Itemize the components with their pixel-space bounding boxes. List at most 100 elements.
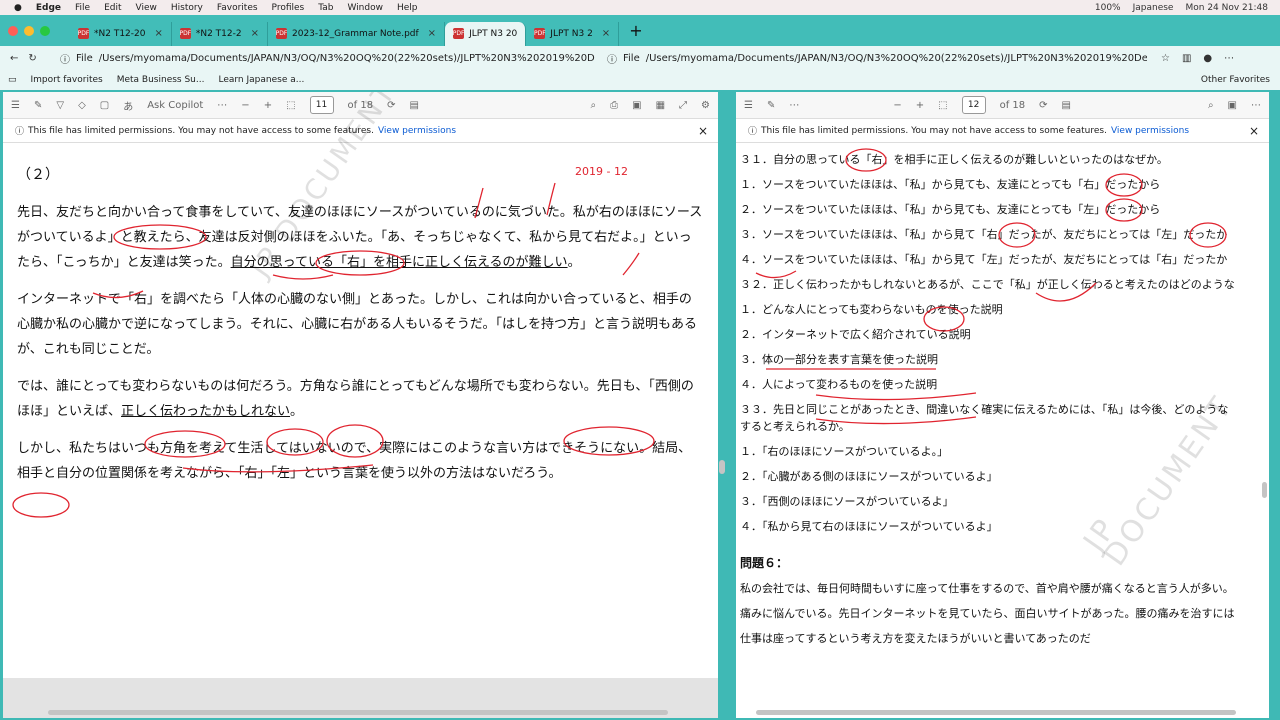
left-url-field[interactable]: ⓘ File /Users/myomama/Documents/JAPAN/N3… [60,51,595,66]
contents-icon[interactable]: ☰ [11,100,20,111]
right-pdf-viewer: ☰ ✎ ⋯ − + ⬚ 12 of 18 ⟳ ▤ ⌕ ▣ ⋯ ⓘ This fi… [736,92,1269,718]
paragraph-4: しかし、私たちはいつも方角を考えて生活してはいないので、実際にはこのような言い方… [17,441,692,481]
view-permissions-link[interactable]: View permissions [1111,126,1189,136]
horizontal-scrollbar[interactable] [756,710,1236,715]
bookmark-meta-business[interactable]: Meta Business Su... [117,75,205,85]
close-tab-icon[interactable]: × [428,28,436,39]
bookmark-import-favorites[interactable]: Import favorites [31,75,103,85]
zoom-in-icon[interactable]: + [264,100,272,111]
paragraph-3-text: では、誰にとっても変わらないものは何だろう。方角なら誰にとってもどんな場所でも変… [17,379,694,419]
permission-text: This file has limited permissions. You m… [28,125,374,136]
paragraph-1-end: 。 [567,255,581,270]
menu-file[interactable]: File [75,3,90,13]
tab-1[interactable]: PDF *N2 T12-20 × [70,21,172,46]
refresh-icon[interactable]: ↻ [28,53,36,64]
tab-3[interactable]: PDF 2023-12_Grammar Note.pdf × [268,21,446,46]
split-screen-icon[interactable]: ▥ [1182,53,1191,64]
menu-tab[interactable]: Tab [318,3,333,13]
horizontal-scrollbar[interactable] [48,710,668,715]
more-icon[interactable]: ⋯ [217,100,227,111]
paragraph-3-end: 。 [290,404,304,419]
more-menu-icon[interactable]: ⋯ [1224,53,1234,64]
tab-5[interactable]: PDF JLPT N3 2 × [526,21,620,46]
bookmark-learn-japanese[interactable]: Learn Japanese a... [218,75,304,85]
menu-view[interactable]: View [136,3,157,13]
menu-window[interactable]: Window [347,3,383,13]
fullscreen-icon[interactable]: ⤢ [679,100,687,111]
app-menu-edge[interactable]: Edge [36,3,61,13]
other-favorites[interactable]: Other Favorites [1201,75,1270,85]
close-window-icon[interactable] [8,25,18,36]
close-banner-icon[interactable]: × [1249,124,1259,138]
close-tab-icon[interactable]: × [251,28,259,39]
close-tab-icon[interactable]: × [154,28,162,39]
menu-help[interactable]: Help [397,3,418,13]
highlight-icon[interactable]: ✎ [767,100,775,111]
view-permissions-link[interactable]: View permissions [378,126,456,136]
page-view-icon[interactable]: ▤ [409,100,418,111]
option-32-1: １．どんな人にとっても変わらないものを使った説明 [740,303,1003,316]
rotate-icon[interactable]: ⟳ [1039,100,1047,111]
permission-text: This file has limited permissions. You m… [761,125,1107,136]
minimize-window-icon[interactable] [24,25,34,36]
vertical-scrollbar[interactable] [1262,482,1267,498]
more-icon[interactable]: ⋯ [1251,100,1261,111]
page-view-icon[interactable]: ▤ [1062,100,1071,111]
underlined-phrase-2: 正しく伝わったかもしれない [121,404,291,419]
back-icon[interactable]: ← [10,53,18,64]
close-tab-icon[interactable]: × [602,28,610,39]
favorite-star-icon[interactable]: ☆ [1161,53,1170,64]
split-divider-handle[interactable] [719,460,725,474]
apple-icon[interactable]: ● [14,3,22,13]
search-icon[interactable]: ⌕ [591,100,597,111]
tab-2[interactable]: PDF *N2 T12-2 × [172,21,268,46]
profile-avatar[interactable]: ● [1203,53,1212,64]
right-permission-banner: ⓘ This file has limited permissions. You… [736,119,1269,143]
zoom-window-icon[interactable] [40,25,50,36]
address-bar: ← ↻ ⓘ File /Users/myomama/Documents/JAPA… [0,46,1280,70]
option-31-2: ２．ソースをついていたほほは、「私」から見ても、友達にとっても「左」だったから [740,203,1161,216]
fit-page-icon[interactable]: ⬚ [286,100,295,111]
option-32-2: ２．インターネットで広く紹介されている説明 [740,328,971,341]
menu-history[interactable]: History [171,3,203,13]
menu-profiles[interactable]: Profiles [272,3,305,13]
menu-favorites[interactable]: Favorites [217,3,258,13]
input-source[interactable]: Japanese [1133,3,1174,13]
save-icon[interactable]: ▣ [632,100,641,111]
zoom-out-icon[interactable]: − [241,100,249,111]
right-url-text: /Users/myomama/Documents/JAPAN/N3/OQ/N3%… [645,52,1147,64]
save-icon[interactable]: ▣ [1228,100,1237,111]
zoom-in-icon[interactable]: + [916,100,924,111]
close-banner-icon[interactable]: × [698,124,708,138]
left-page-content: JP DOCUMENT 2019 - 12 （２） 先日、友だちと向かい合って食… [3,92,718,718]
new-tab-button[interactable]: + [629,21,642,40]
tab-4-label: JLPT N3 20 [469,28,518,39]
search-icon[interactable]: ⌕ [1208,100,1214,111]
info-icon[interactable]: ⓘ [60,51,70,66]
save-as-icon[interactable]: ▦ [656,100,665,111]
read-aloud-icon[interactable]: あ [123,98,133,113]
text-icon[interactable]: ▢ [100,100,109,111]
option-31-1: １．ソースをついていたほほは、「私」から見ても、友達にとっても「右」だったから [740,178,1161,191]
zoom-out-icon[interactable]: − [893,100,901,111]
battery-percent[interactable]: 100% [1095,3,1121,13]
tab-4[interactable]: PDF JLPT N3 20 [445,21,527,46]
sidebar-toggle-icon[interactable]: ▭ [8,75,17,85]
erase-icon[interactable]: ◇ [78,100,86,111]
highlight-icon[interactable]: ✎ [34,100,42,111]
settings-gear-icon[interactable]: ⚙ [701,100,710,111]
left-page-input[interactable]: 11 [309,96,334,114]
ask-copilot-button[interactable]: Ask Copilot [147,100,203,111]
right-url-field[interactable]: ⓘ File /Users/myomama/Documents/JAPAN/N3… [607,51,1147,66]
draw-icon[interactable]: ▽ [56,100,64,111]
paragraph-1: 先日、友だちと向かい合って食事をしていて、友達のほほにソースがついているのに気づ… [17,200,704,275]
print-icon[interactable]: ⎙ [610,100,618,111]
contents-icon[interactable]: ☰ [744,100,753,111]
info-icon[interactable]: ⓘ [607,51,617,66]
clock[interactable]: Mon 24 Nov 21:48 [1185,3,1268,13]
menu-edit[interactable]: Edit [104,3,121,13]
more-icon[interactable]: ⋯ [789,100,799,111]
fit-page-icon[interactable]: ⬚ [938,100,947,111]
right-page-input[interactable]: 12 [961,96,986,114]
tab-2-label: *N2 T12-2 [195,28,242,39]
